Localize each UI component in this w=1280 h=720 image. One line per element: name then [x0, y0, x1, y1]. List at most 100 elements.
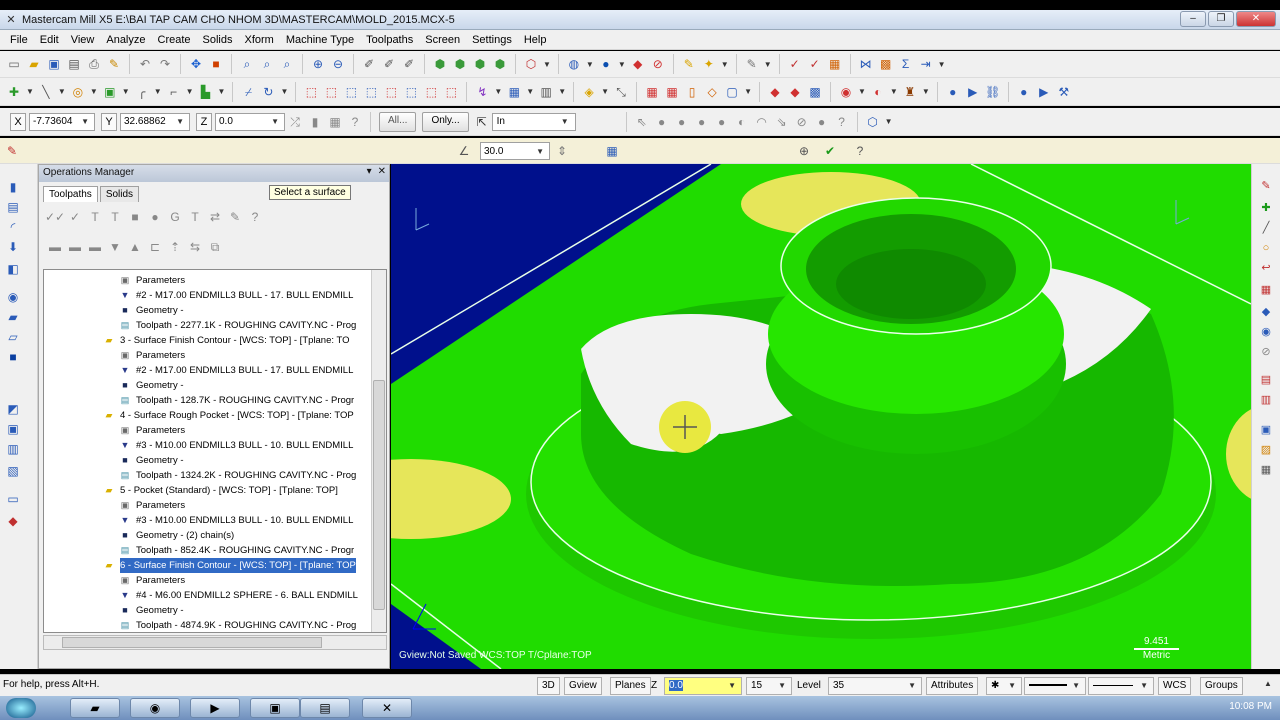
clear-tool-icon[interactable]: ⊘ [1258, 344, 1274, 360]
chevron-down-icon[interactable]: ▼ [176, 117, 184, 126]
x-coord-input[interactable]: -7.73604 ▼ [29, 112, 95, 131]
table-icon[interactable]: ▦ [505, 83, 523, 101]
tool-icon[interactable]: ⚒ [1055, 83, 1073, 101]
taskbar-media-icon[interactable]: ▶ [190, 698, 240, 718]
tree-row[interactable]: ▤ Toolpath - 1324.2K - ROUGHING CAVITY.NC… [118, 468, 357, 483]
chevron-down-icon[interactable]: ▼ [58, 87, 66, 96]
chevron-down-icon[interactable]: ▼ [543, 60, 551, 69]
scroll-to-insert-icon[interactable]: ⇡ [166, 238, 184, 256]
select-dirty-ops-icon[interactable]: ✓ [66, 208, 84, 226]
verify-ops-icon[interactable]: ● [146, 208, 164, 226]
stock-model-icon[interactable]: ◩ [4, 400, 22, 418]
level-select[interactable]: 35 ▼ [828, 677, 922, 695]
delete-ops-icon[interactable]: ✎ [226, 208, 244, 226]
tree-row[interactable]: ▼ #2 - M17.00 ENDMILL3 BULL - 17. BULL EN… [118, 288, 354, 303]
move-up-icon[interactable]: ▲ [126, 238, 144, 256]
sphere-icon[interactable]: ● [597, 55, 615, 73]
chevron-down-icon[interactable]: ▼ [1072, 680, 1080, 692]
shaded-icon[interactable]: ⬢ [471, 55, 489, 73]
chevron-down-icon[interactable]: ▼ [922, 87, 930, 96]
ok-icon[interactable]: ✔ [821, 142, 839, 160]
chevron-down-icon[interactable]: ▼ [728, 680, 736, 692]
grid-icon[interactable]: ▦ [643, 83, 661, 101]
tree-row[interactable]: ▼ #4 - M6.00 ENDMILL2 SPHERE - 6. BALL EN… [118, 588, 358, 603]
chevron-down-icon[interactable]: ▼ [526, 87, 534, 96]
xform-array-icon[interactable]: ⬚ [442, 83, 460, 101]
select-area-icon[interactable]: ◠ [753, 113, 771, 131]
chevron-down-icon[interactable]: ▼ [1008, 680, 1016, 692]
menu-screen[interactable]: Screen [419, 34, 466, 46]
mastercam-app-icon[interactable]: ✕ [4, 13, 18, 27]
taskbar-folder-icon[interactable]: ▣ [250, 698, 300, 718]
palette-tool-icon[interactable]: ▨ [1258, 442, 1274, 458]
shaded-edges-icon[interactable]: ⬢ [491, 55, 509, 73]
brush-icon[interactable]: ✎ [743, 55, 761, 73]
user-icon[interactable]: ♜ [901, 83, 919, 101]
exit-icon[interactable]: ⇥ [917, 55, 935, 73]
model-canvas[interactable] [391, 164, 1251, 669]
toggle-display-icon[interactable]: ▬ [66, 238, 84, 256]
line-width-select[interactable]: ▼ [1088, 677, 1154, 695]
lock-icon[interactable]: ▬ [46, 238, 64, 256]
trim-icon[interactable]: ▩ [877, 55, 895, 73]
apply-grid-icon[interactable]: ▦ [603, 142, 621, 160]
arc-tool-icon[interactable]: ○ [1258, 240, 1274, 256]
globe-icon[interactable]: ◍ [565, 55, 583, 73]
chevron-down-icon[interactable]: ▼ [764, 60, 772, 69]
view-icon[interactable]: ▥ [537, 83, 555, 101]
chevron-down-icon[interactable]: ▼ [271, 117, 279, 126]
xform-3d-icon[interactable]: ⬚ [322, 83, 340, 101]
grid2-icon[interactable]: ▦ [663, 83, 681, 101]
select-part-icon[interactable]: ⇘ [773, 113, 791, 131]
solids-tool-icon[interactable]: ◆ [1258, 304, 1274, 320]
fillet-icon[interactable]: ╭ [133, 83, 151, 101]
tree-row[interactable]: ▣ Parameters [118, 498, 185, 513]
menu-edit[interactable]: Edit [34, 34, 65, 46]
ribbon-edit-icon[interactable]: ✎ [3, 142, 21, 160]
ribbon-help-icon[interactable]: ? [851, 142, 869, 160]
y-coord-input[interactable]: 32.68862 ▼ [120, 112, 190, 131]
sphere-tool-icon[interactable]: ◉ [1258, 324, 1274, 340]
grid-tool-icon[interactable]: ▦ [1258, 462, 1274, 478]
blue-sphere-icon[interactable]: ● [944, 83, 962, 101]
chevron-down-icon[interactable]: ▼ [26, 87, 34, 96]
verify-icon[interactable]: ✓ [786, 55, 804, 73]
tag-icon[interactable]: ◇ [703, 83, 721, 101]
sigma-icon[interactable]: Σ [897, 55, 915, 73]
surface-finish-icon[interactable]: ▤ [4, 198, 22, 216]
insert-after-icon[interactable]: ⊏ [146, 238, 164, 256]
post-ops-icon[interactable]: T [186, 208, 204, 226]
chevron-down-icon[interactable]: ▼ [494, 87, 502, 96]
cursor-settings-icon[interactable]: ▦ [326, 113, 344, 131]
print-preview-icon[interactable]: ⎙ [85, 55, 103, 73]
mesh-icon[interactable]: ▩ [806, 83, 824, 101]
print-icon[interactable]: ▤ [65, 55, 83, 73]
tree-row[interactable]: ▣ Parameters [118, 348, 185, 363]
zoom-window-icon[interactable]: ⌕ [238, 55, 256, 73]
tree-row[interactable]: ▤ Toolpath - 128.7K - ROUGHING CAVITY.NC … [118, 393, 354, 408]
chevron-down-icon[interactable]: ▼ [122, 87, 130, 96]
swatch-icon[interactable]: ◐ [869, 83, 887, 101]
taskbar-mastercam-icon[interactable]: ✕ [362, 698, 412, 718]
ops-menu-icon[interactable]: ▾ [367, 166, 372, 177]
simulate-ops-icon[interactable]: G [166, 208, 184, 226]
tree-row[interactable]: ▣ Parameters [118, 423, 185, 438]
run-icon[interactable]: ▶ [964, 83, 982, 101]
z-depth-input[interactable]: 0.0 ▼ [664, 677, 742, 695]
tree-row[interactable]: ▤ Toolpath - 2277.1K - ROUGHING CAVITY.NC… [118, 318, 357, 333]
unblank-icon[interactable]: ✐ [400, 55, 418, 73]
contour-icon[interactable]: ◜ [4, 218, 22, 236]
undo-icon[interactable]: ↶ [136, 55, 154, 73]
simulate-icon[interactable]: ▧ [4, 462, 22, 480]
xform-translate-icon[interactable]: ⬚ [302, 83, 320, 101]
line-style-select[interactable]: ▼ [1024, 677, 1086, 695]
backplot-ops-icon[interactable]: ■ [126, 208, 144, 226]
forward-icon[interactable]: ▶ [1035, 83, 1053, 101]
clear-colors-icon[interactable]: ⊘ [649, 55, 667, 73]
hide-icon[interactable]: ✐ [360, 55, 378, 73]
taskbar-browser-icon[interactable]: ◉ [130, 698, 180, 718]
end-selection-icon[interactable]: ● [813, 113, 831, 131]
xform-rotate-icon[interactable]: ⬚ [362, 83, 380, 101]
select-all-button[interactable]: All... [379, 111, 417, 132]
tree-row[interactable]: ■ Geometry - [118, 453, 183, 468]
